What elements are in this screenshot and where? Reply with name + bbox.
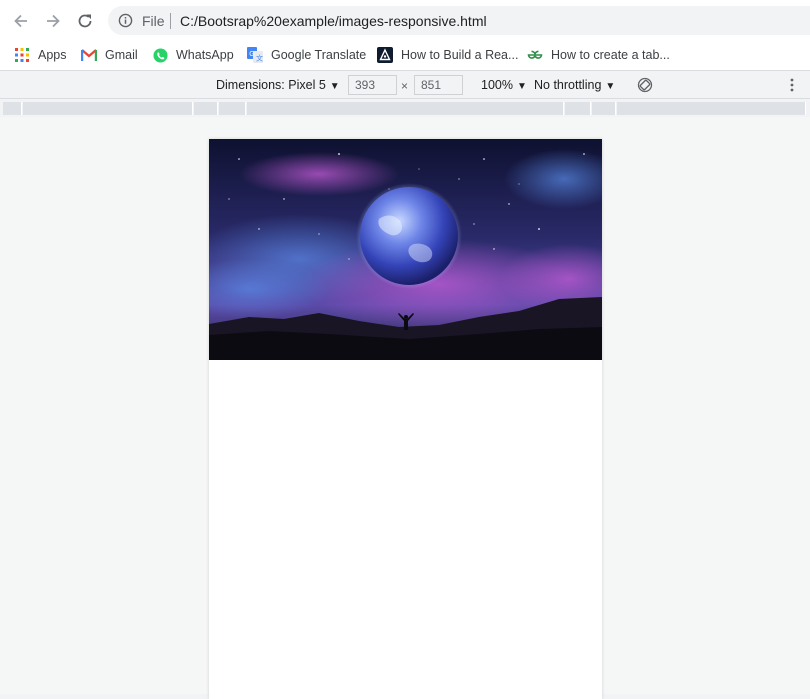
google-translate-icon: G文 xyxy=(247,47,263,63)
url-scheme-label: File xyxy=(142,13,165,29)
reload-button[interactable] xyxy=(72,8,98,34)
throttling-label: No throttling xyxy=(534,78,602,92)
svg-text:文: 文 xyxy=(256,54,263,63)
caret-down-icon: ▼ xyxy=(329,81,340,92)
device-width-input[interactable]: 393 xyxy=(348,75,397,95)
dev-logo-icon xyxy=(377,47,393,63)
bookmark-create-table[interactable]: How to create a tab... xyxy=(527,45,670,65)
bookmark-apps[interactable]: Apps xyxy=(14,45,67,65)
svg-text:G: G xyxy=(249,51,254,58)
gmail-icon xyxy=(81,47,97,63)
device-dimensions-label: Dimensions: Pixel 5 xyxy=(216,78,326,92)
bookmark-label: How to Build a Rea... xyxy=(401,48,519,62)
geeks-logo-icon xyxy=(527,47,543,63)
whatsapp-icon xyxy=(152,47,168,63)
bookmark-label: Gmail xyxy=(105,48,138,62)
dimension-times-label: × xyxy=(401,79,409,93)
address-bar[interactable]: File C:/Bootsrap%20example/images-respon… xyxy=(108,6,810,35)
apps-grid-icon xyxy=(14,47,30,63)
omnibox-separator xyxy=(170,13,171,29)
throttling-dropdown[interactable]: No throttling ▼ xyxy=(534,78,615,92)
bookmark-google-translate[interactable]: G文 Google Translate xyxy=(247,45,366,65)
more-options-icon[interactable] xyxy=(788,77,796,93)
media-query-segment[interactable] xyxy=(194,102,218,115)
back-button[interactable] xyxy=(8,8,34,34)
forward-button[interactable] xyxy=(40,8,66,34)
media-query-segment[interactable] xyxy=(23,102,193,115)
emulation-area xyxy=(0,117,810,699)
caret-down-icon: ▼ xyxy=(516,81,527,92)
browser-toolbar: File C:/Bootsrap%20example/images-respon… xyxy=(0,0,810,41)
info-icon[interactable] xyxy=(118,13,133,28)
bookmark-label: Apps xyxy=(38,48,67,62)
device-toolbar: Dimensions: Pixel 5 ▼ 393 × 851 100% ▼ No … xyxy=(0,72,810,99)
arrow-right-icon xyxy=(47,14,60,28)
media-query-segment[interactable] xyxy=(617,102,806,115)
media-query-segment[interactable] xyxy=(565,102,591,115)
bookmark-label: WhatsApp xyxy=(176,48,234,62)
reload-icon xyxy=(78,14,92,28)
device-viewport xyxy=(209,139,602,699)
bookmark-label: Google Translate xyxy=(271,48,367,62)
responsive-image xyxy=(209,139,602,360)
media-query-segment[interactable] xyxy=(3,102,22,115)
device-height-input[interactable]: 851 xyxy=(414,75,463,95)
media-query-segment[interactable] xyxy=(219,102,246,115)
media-query-ruler xyxy=(0,100,810,117)
media-query-segment[interactable] xyxy=(592,102,616,115)
bookmarks-bar: Apps Gmail WhatsApp G文 Google Translate … xyxy=(0,41,810,71)
url-text[interactable]: C:/Bootsrap%20example/images-responsive.… xyxy=(180,13,487,29)
zoom-dropdown[interactable]: 100% ▼ xyxy=(481,78,527,92)
media-query-segment[interactable] xyxy=(247,102,564,115)
arrow-left-icon xyxy=(14,14,27,28)
device-dimensions-dropdown[interactable]: Dimensions: Pixel 5 ▼ xyxy=(216,78,340,92)
bookmark-whatsapp[interactable]: WhatsApp xyxy=(152,45,234,65)
caret-down-icon: ▼ xyxy=(605,81,616,92)
bookmark-gmail[interactable]: Gmail xyxy=(81,45,138,65)
bookmark-react-article[interactable]: How to Build a Rea... xyxy=(377,45,518,65)
bookmark-label: How to create a tab... xyxy=(551,48,670,62)
rotate-icon[interactable] xyxy=(637,77,653,93)
zoom-label: 100% xyxy=(481,78,513,92)
